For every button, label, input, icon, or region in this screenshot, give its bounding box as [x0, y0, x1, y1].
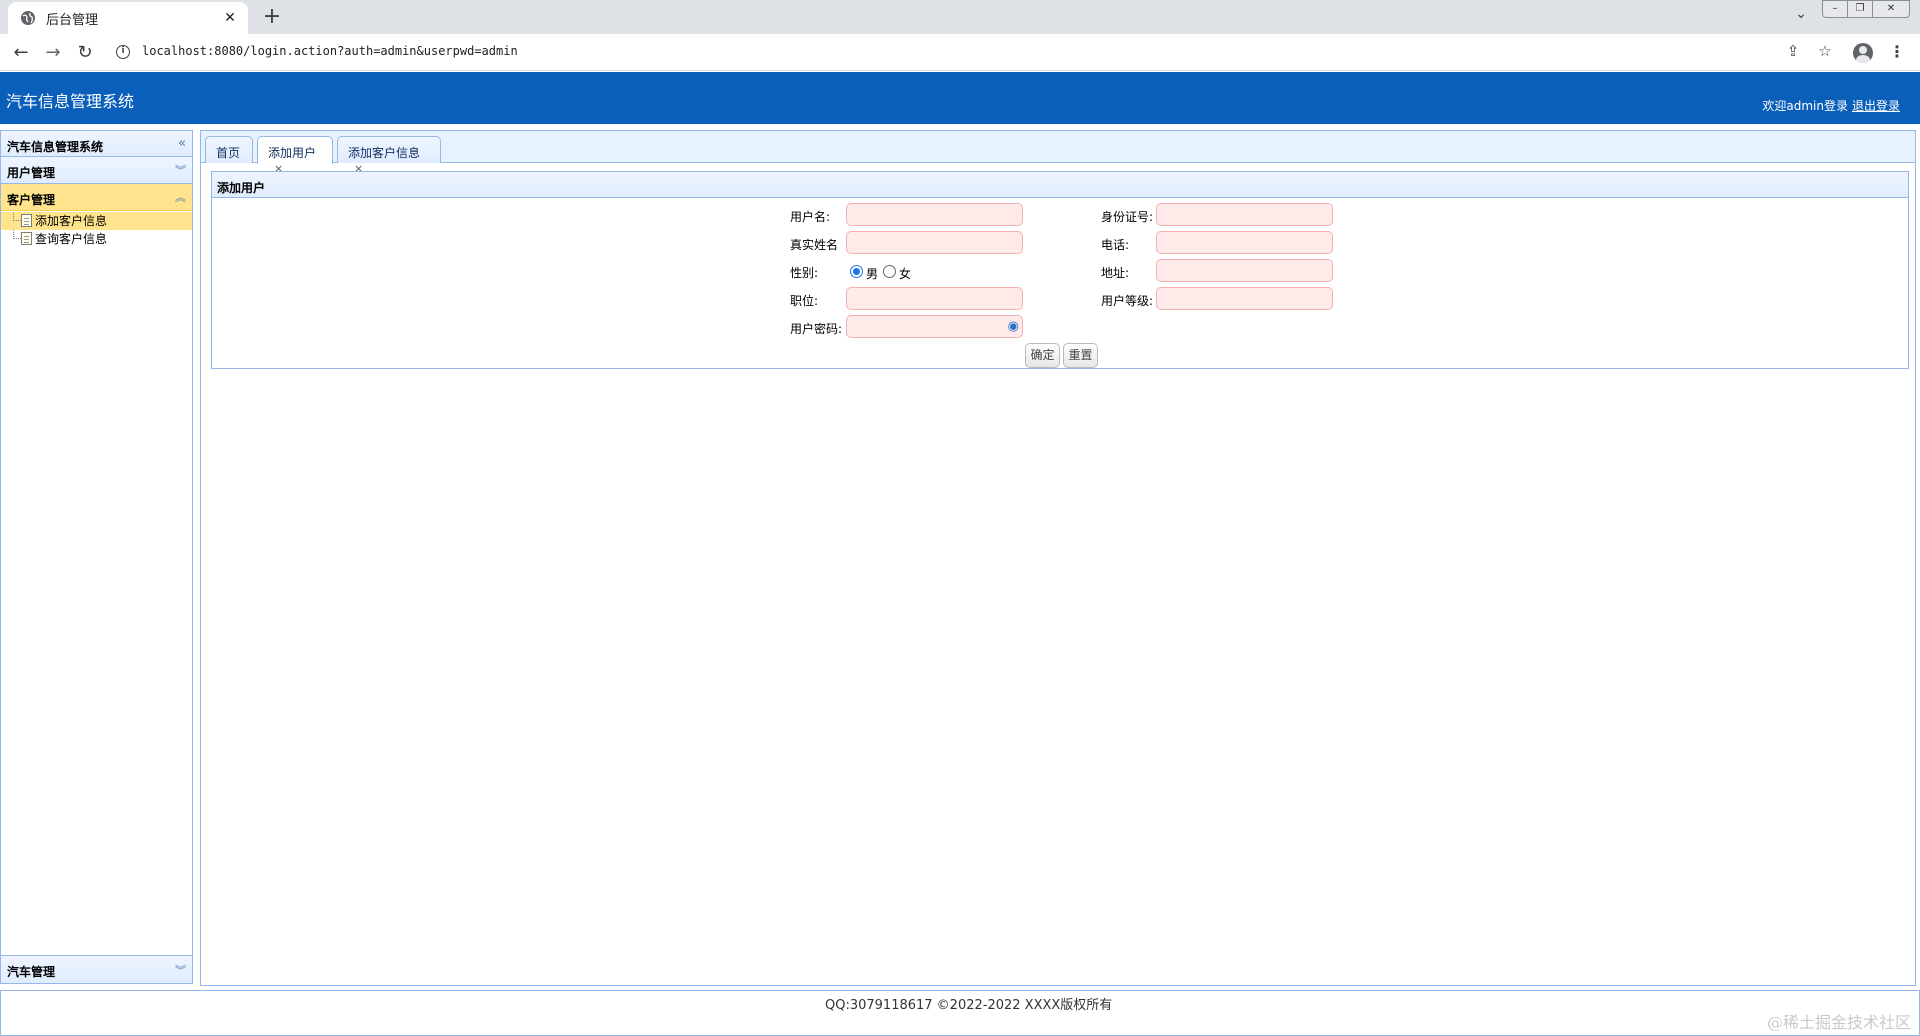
- share-icon[interactable]: ⇪: [1782, 42, 1804, 64]
- collapse-left-icon[interactable]: «: [178, 136, 186, 151]
- tab-label: 添加用户: [268, 146, 317, 160]
- tab-add-user[interactable]: 添加用户×: [257, 136, 333, 175]
- bookmark-star-icon[interactable]: ☆: [1814, 42, 1836, 64]
- sidebar-title: 汽车信息管理系统: [7, 140, 104, 154]
- globe-icon: [21, 11, 35, 25]
- accordion-label: 用户管理: [7, 166, 56, 180]
- idcard-label: 身份证号:: [1101, 210, 1154, 224]
- password-input[interactable]: ◉: [846, 315, 1023, 338]
- site-info-icon[interactable]: i: [116, 45, 130, 59]
- collapse-icon[interactable]: ︽: [175, 189, 186, 205]
- tab-home[interactable]: 首页: [205, 136, 253, 163]
- idcard-input[interactable]: [1156, 203, 1333, 226]
- password-label: 用户密码:: [790, 322, 843, 336]
- window-close-button[interactable]: ✕: [1872, 0, 1910, 18]
- accordion-car-management[interactable]: 汽车管理 ︾: [1, 955, 192, 983]
- file-icon: [21, 214, 32, 227]
- tab-strip: 首页 添加用户× 添加客户信息×: [201, 131, 1915, 175]
- tree-item-label: 查询客户信息: [35, 232, 108, 246]
- eye-icon[interactable]: ◉: [1008, 320, 1019, 334]
- main-content: 首页 添加用户× 添加客户信息× 添加用户 用户名: 身份证号: 真实姓名 电话…: [200, 130, 1916, 986]
- chevron-down-icon[interactable]: ⌄: [1790, 6, 1812, 28]
- more-menu-icon[interactable]: ⋮: [1886, 42, 1908, 64]
- address-input[interactable]: [1156, 259, 1333, 282]
- sidebar-header: 汽车信息管理系统 «: [1, 131, 192, 157]
- phone-input[interactable]: [1156, 231, 1333, 254]
- app-header: 汽车信息管理系统 欢迎admin登录 退出登录: [0, 72, 1920, 124]
- expand-icon[interactable]: ︾: [175, 962, 186, 978]
- forward-arrow-icon[interactable]: →: [40, 40, 66, 66]
- tree-item-add-customer[interactable]: 添加客户信息: [1, 212, 192, 230]
- user-area: 欢迎admin登录 退出登录: [1762, 97, 1900, 114]
- profile-avatar-icon[interactable]: [1852, 42, 1874, 64]
- accordion-label: 客户管理: [7, 193, 56, 207]
- gender-male-label: 男: [866, 267, 879, 281]
- app-title: 汽车信息管理系统: [6, 92, 135, 111]
- welcome-text: 欢迎admin登录: [1762, 99, 1848, 113]
- tree-item-label: 添加客户信息: [35, 214, 108, 228]
- address-bar[interactable]: i localhost:8080/login.action?auth=admin…: [108, 39, 1798, 67]
- new-tab-button[interactable]: +: [258, 4, 286, 32]
- close-tab-icon[interactable]: ✕: [222, 10, 238, 26]
- url-text[interactable]: localhost:8080/login.action?auth=admin&u…: [142, 44, 518, 58]
- browser-tab-bar: 后台管理 ✕ + ⌄ – ❐ ✕: [0, 0, 1920, 34]
- phone-label: 电话:: [1101, 238, 1130, 252]
- gender-female-radio[interactable]: [883, 265, 896, 278]
- username-label: 用户名:: [790, 210, 831, 224]
- reload-icon[interactable]: ↻: [72, 40, 98, 66]
- customer-tree: 添加客户信息 查询客户信息: [1, 211, 192, 248]
- sidebar: 汽车信息管理系统 « 用户管理 ︾ 客户管理 ︽ 添加客户信息 查询客户信息 汽…: [0, 130, 193, 984]
- gender-label: 性别:: [790, 266, 819, 280]
- minimize-button[interactable]: –: [1822, 0, 1848, 18]
- restore-button[interactable]: ❐: [1847, 0, 1873, 18]
- tab-label: 首页: [216, 146, 241, 160]
- position-label: 职位:: [790, 294, 819, 308]
- accordion-customer-management[interactable]: 客户管理 ︽: [1, 184, 192, 211]
- tree-item-query-customer[interactable]: 查询客户信息: [1, 230, 192, 248]
- panel-title: 添加用户: [212, 172, 1908, 198]
- expand-icon[interactable]: ︾: [175, 162, 186, 178]
- browser-toolbar: ← → ↻ i localhost:8080/login.action?auth…: [0, 34, 1920, 71]
- browser-tab-title: 后台管理: [46, 12, 99, 28]
- reset-button[interactable]: 重置: [1063, 343, 1098, 368]
- position-input[interactable]: [846, 287, 1023, 310]
- watermark: @稀土掘金技术社区: [1766, 1013, 1911, 1032]
- add-user-panel: 添加用户 用户名: 身份证号: 真实姓名 电话: 性别: 男 女 地址: 职位:…: [211, 171, 1909, 369]
- footer: QQ:3079118617 ©2022-2022 XXXX版权所有 @稀土掘金技…: [0, 990, 1920, 1036]
- level-input[interactable]: [1156, 287, 1333, 310]
- realname-label: 真实姓名: [790, 238, 839, 252]
- tab-add-customer[interactable]: 添加客户信息×: [337, 136, 441, 175]
- username-input[interactable]: [846, 203, 1023, 226]
- file-icon: [21, 232, 32, 245]
- logout-link[interactable]: 退出登录: [1852, 99, 1900, 113]
- submit-button[interactable]: 确定: [1025, 343, 1060, 368]
- gender-female-label: 女: [899, 267, 912, 281]
- accordion-user-management[interactable]: 用户管理 ︾: [1, 157, 192, 184]
- accordion-label: 汽车管理: [7, 965, 56, 979]
- copyright-text: QQ:3079118617 ©2022-2022 XXXX版权所有: [825, 998, 1113, 1013]
- browser-tab[interactable]: 后台管理 ✕: [8, 2, 248, 34]
- tab-label: 添加客户信息: [348, 146, 421, 160]
- realname-input[interactable]: [846, 231, 1023, 254]
- gender-male-radio[interactable]: [850, 265, 863, 278]
- address-label: 地址:: [1101, 266, 1130, 280]
- level-label: 用户等级:: [1101, 294, 1154, 308]
- back-arrow-icon[interactable]: ←: [8, 40, 34, 66]
